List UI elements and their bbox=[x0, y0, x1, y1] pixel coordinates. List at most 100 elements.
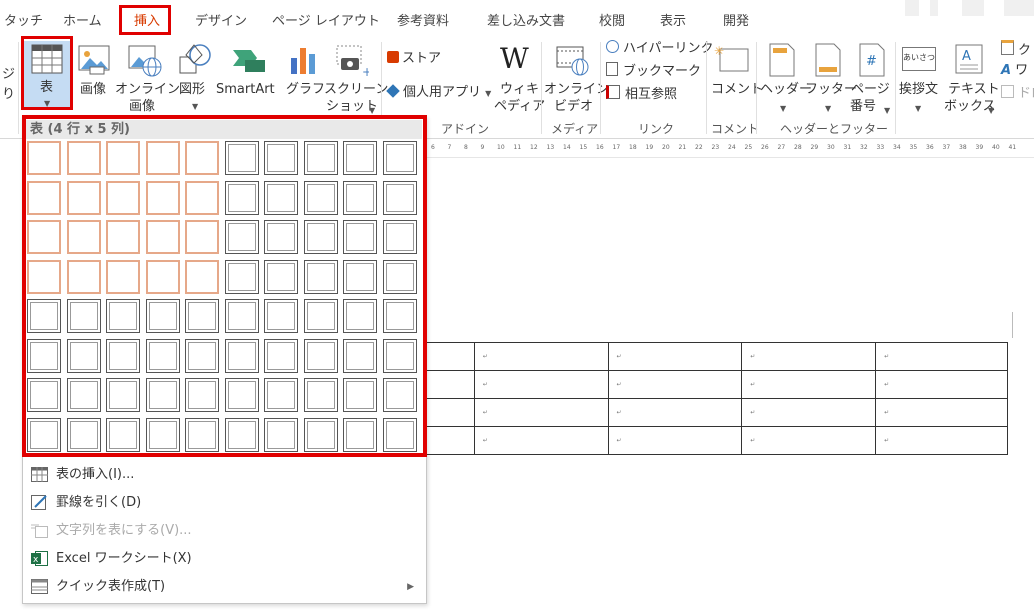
document-table[interactable]: ↵↵↵↵↵↵↵↵↵↵↵↵↵↵↵↵↵↵↵↵ bbox=[340, 342, 1008, 455]
screenshot-button[interactable]: + スクリーン ショット ▼ bbox=[323, 41, 388, 115]
table-cell[interactable]: ↵ bbox=[875, 398, 1008, 427]
tab-review[interactable]: 校閲 bbox=[599, 10, 625, 29]
chart-icon bbox=[291, 48, 315, 74]
bookmark-button[interactable]: ブックマーク bbox=[606, 62, 701, 80]
ruler-tick-label: 13 bbox=[546, 144, 555, 151]
partial-label: ジ bbox=[2, 67, 16, 82]
my-apps-button[interactable]: 個人用アプリ ▼ bbox=[386, 84, 491, 102]
online-image-label-1: オンライン bbox=[115, 82, 181, 97]
wordart-icon: A bbox=[1001, 63, 1012, 78]
online-image-button[interactable]: オンライン 画像 bbox=[114, 41, 180, 114]
quick-tables-menu-item[interactable]: クイック表作成(T) ▶ bbox=[23, 573, 426, 601]
online-video-button[interactable]: オンライン ビデオ bbox=[543, 41, 609, 114]
insert-table-menu-item[interactable]: 表の挿入(I)... bbox=[23, 461, 426, 489]
globe-link-icon bbox=[606, 40, 619, 53]
smartart-label: SmartArt bbox=[216, 82, 275, 97]
ruler-tick-label: 17 bbox=[612, 144, 621, 151]
table-cell[interactable]: ↵ bbox=[607, 426, 743, 455]
table-cell[interactable]: ↵ bbox=[741, 398, 877, 427]
ruler-tick-label: 8 bbox=[464, 144, 468, 151]
menu-item-label: 罫線を引く(D) bbox=[56, 495, 142, 510]
table-cell[interactable]: ↵ bbox=[473, 370, 609, 399]
film-icon bbox=[556, 46, 589, 76]
ruler-tick-label: 26 bbox=[761, 144, 769, 151]
svg-text:A: A bbox=[962, 49, 971, 64]
header-button[interactable]: ヘッダー ▼ bbox=[758, 41, 812, 113]
table-cell[interactable]: ↵ bbox=[875, 426, 1008, 455]
table-row: ↵↵↵↵↵ bbox=[340, 370, 1008, 399]
page-number-button[interactable]: # ページ 番号 ▼ bbox=[850, 41, 894, 115]
table-cell[interactable]: ↵ bbox=[473, 426, 609, 455]
table-cell[interactable]: ↵ bbox=[473, 398, 609, 427]
table-cell[interactable]: ↵ bbox=[473, 342, 609, 371]
wordart-button[interactable]: Aワ bbox=[1001, 62, 1028, 80]
ruler-tick-label: 34 bbox=[893, 144, 901, 151]
image-button[interactable]: 画像 bbox=[76, 41, 112, 105]
table-cell[interactable]: ↵ bbox=[607, 342, 743, 371]
ruler-tick-label: 38 bbox=[959, 144, 967, 151]
ruler-tick-label: 9 bbox=[480, 144, 485, 151]
table-row: ↵↵↵↵↵ bbox=[340, 398, 1008, 427]
image-label: 画像 bbox=[80, 82, 107, 97]
excel-spreadsheet-menu-item[interactable]: x Excel ワークシート(X) bbox=[23, 545, 426, 573]
tab-view[interactable]: 表示 bbox=[660, 10, 686, 29]
drop-cap-button[interactable]: ドロ bbox=[1001, 85, 1034, 103]
header-icon bbox=[769, 43, 795, 77]
quick-table-icon bbox=[31, 579, 48, 594]
table-cell[interactable]: ↵ bbox=[741, 426, 877, 455]
online-image-label-2: 画像 bbox=[129, 99, 156, 114]
quick-parts-icon bbox=[1001, 40, 1014, 55]
ruler-tick-label: 23 bbox=[711, 144, 720, 151]
tab-design[interactable]: デザイン bbox=[195, 10, 247, 29]
comment-button[interactable]: ✳ コメント bbox=[708, 41, 763, 105]
store-button[interactable]: ストア bbox=[387, 50, 441, 68]
table-icon bbox=[31, 467, 48, 482]
tab-references[interactable]: 参考資料 bbox=[397, 10, 449, 29]
footer-button[interactable]: フッター ▼ bbox=[805, 41, 857, 113]
draw-table-menu-item[interactable]: 罫線を引く(D) bbox=[23, 489, 426, 517]
chevron-down-icon: ▼ bbox=[192, 102, 199, 111]
title-bar-decoration bbox=[1004, 0, 1034, 16]
ruler-tick-label: 10 bbox=[497, 144, 505, 151]
tab-developer[interactable]: 開発 bbox=[723, 10, 749, 29]
table-cell[interactable]: ↵ bbox=[741, 370, 877, 399]
table-cell[interactable]: ↵ bbox=[607, 398, 743, 427]
shapes-button[interactable]: 図形 ▼ bbox=[176, 41, 214, 111]
tab-mailings[interactable]: 差し込み文書 bbox=[487, 10, 565, 29]
ruler-tick-label: 25 bbox=[744, 144, 753, 151]
svg-text:x: x bbox=[33, 555, 39, 565]
smartart-button[interactable]: SmartArt bbox=[214, 41, 282, 105]
tab-home[interactable]: ホーム bbox=[63, 10, 102, 29]
horizontal-ruler[interactable]: 6 7 8 9 10 11 12 13 14 15 16 17 18 19 20 21 22 23 24 25 26 27… bbox=[425, 141, 1034, 158]
bookmark-icon bbox=[606, 62, 618, 76]
chevron-down-icon: ▼ bbox=[884, 106, 891, 115]
hyperlink-button[interactable]: ハイパーリンク bbox=[606, 40, 713, 58]
group-label-media: メディア bbox=[551, 122, 599, 136]
drop-cap-icon bbox=[1001, 85, 1014, 98]
wikipedia-button[interactable]: W ウィキ ペディア bbox=[494, 41, 545, 115]
cross-reference-button[interactable]: 相互参照 bbox=[606, 85, 677, 103]
text-box-button[interactable]: A テキスト ボックス ▼ bbox=[944, 41, 1000, 115]
convert-text-to-table-menu-item: 文字列を表にする(V)... bbox=[23, 517, 426, 545]
ruler-tick-label: 30 bbox=[827, 144, 835, 151]
chevron-down-icon: ▼ bbox=[825, 104, 832, 113]
greeting-button[interactable]: あいさつ 挨拶文 ▼ bbox=[896, 41, 942, 113]
group-label-addins: アドイン bbox=[441, 122, 490, 136]
table-cell[interactable]: ↵ bbox=[607, 370, 743, 399]
menu-item-label: 文字列を表にする(V)... bbox=[56, 523, 192, 538]
hyperlink-label: ハイパーリンク bbox=[623, 41, 714, 56]
table-cell[interactable]: ↵ bbox=[875, 370, 1008, 399]
tab-page-layout[interactable]: ページ レイアウト bbox=[272, 10, 380, 29]
quick-parts-button[interactable]: ク bbox=[1001, 40, 1031, 58]
image-icon bbox=[78, 45, 110, 75]
ruler-tick-label: 15 bbox=[579, 144, 588, 151]
footer-icon bbox=[815, 43, 841, 77]
chevron-down-icon: ▼ bbox=[780, 104, 787, 113]
tab-touch[interactable]: タッチ bbox=[4, 10, 43, 29]
table-cell[interactable]: ↵ bbox=[741, 342, 877, 371]
chart-button[interactable]: グラフ bbox=[284, 41, 325, 105]
store-label: ストア bbox=[402, 51, 442, 66]
ruler-tick-label: 41 bbox=[1008, 144, 1017, 151]
group-label-links: リンク bbox=[638, 122, 675, 136]
table-cell[interactable]: ↵ bbox=[875, 342, 1008, 371]
